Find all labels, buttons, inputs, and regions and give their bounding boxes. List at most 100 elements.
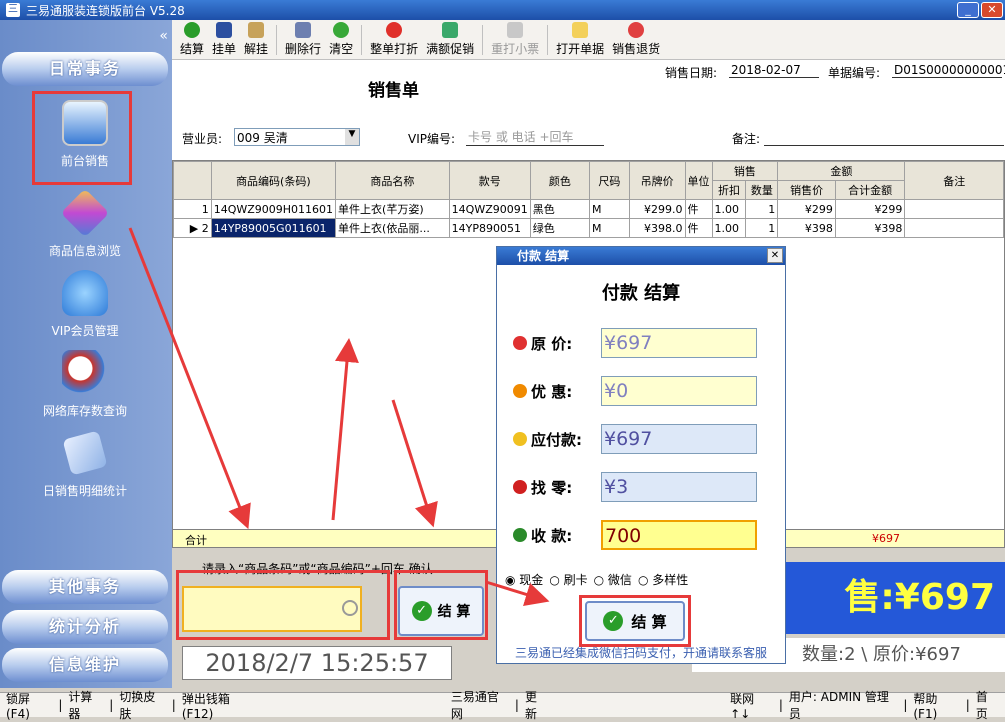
form-title: 销售单 [368, 81, 419, 101]
clerk-label: 营业员: [182, 132, 223, 146]
discount-row: 优 惠: ¥0 [513, 375, 783, 407]
whole-discount-button[interactable]: 整单打折 [370, 22, 418, 57]
sidebar-item-label: 日销售明细统计 [42, 484, 127, 498]
window-title: 三易通服装连锁版前台 V5.28 [26, 3, 185, 18]
doc-no-label: 单据编号: [828, 66, 881, 80]
original-price-field[interactable]: ¥697 [601, 328, 757, 358]
remark-input[interactable] [764, 128, 1004, 146]
strawberry-icon [386, 22, 403, 38]
col-unit[interactable]: 单位 [684, 161, 713, 200]
original-price-row: 原 价: ¥697 [513, 327, 783, 359]
payable-field[interactable]: ¥697 [601, 424, 757, 454]
method-cash[interactable]: ◉ 现金 [505, 571, 543, 588]
dialog-heading: 付款 结算 [601, 283, 681, 304]
hold-order-button[interactable]: 挂单 [212, 22, 236, 57]
watermelon-icon [513, 528, 527, 542]
method-mixed[interactable]: ○ 多样性 [638, 571, 688, 588]
return-icon [628, 22, 645, 38]
col-discount[interactable]: 折扣 [711, 180, 747, 200]
open-document-button[interactable]: 打开单据 [556, 22, 604, 57]
col-total[interactable]: 合计金额 [834, 180, 906, 200]
checkout-toolbar-button[interactable]: 结算 [180, 22, 204, 57]
strawberry-icon [513, 336, 527, 350]
doc-no-field[interactable]: D01S00000000001 [892, 63, 1005, 78]
table-row[interactable]: 1 14QWZ9009H011601 单件上衣(芊万姿) 14QWZ90091 … [173, 199, 1004, 219]
promotion-button[interactable]: 满额促销 [426, 22, 474, 57]
check-icon [184, 22, 200, 38]
open-drawer-link[interactable]: 弹出钱箱(F12) [176, 690, 265, 721]
sidebar-item-label: VIP会员管理 [51, 324, 119, 338]
lock-screen-link[interactable]: 锁屏(F4) [0, 690, 58, 721]
date-label: 销售日期: [665, 66, 718, 80]
clock-display: 2018/2/7 15:25:57 [182, 646, 452, 680]
col-sale-price[interactable]: 销售价 [777, 180, 836, 200]
toolbar: 结算 挂单 解挂 删除行 清空 整单打折 满额促销 重打小票 打开单据 销售退货 [172, 20, 1005, 60]
received-row: 收 款: 700 [513, 519, 783, 551]
col-sale-group: 销售 [711, 161, 779, 181]
vip-label: VIP编号: [408, 132, 456, 146]
change-field[interactable]: ¥3 [601, 472, 757, 502]
dialog-title-bar: 付款 结算 ✕ [497, 247, 785, 265]
delete-row-button[interactable]: 删除行 [285, 22, 321, 57]
chevron-down-icon[interactable]: ▼ [345, 129, 359, 145]
table-row[interactable]: ▶ 2 14YP89005G011601 单件上衣(依品丽... 14YP890… [173, 218, 1004, 238]
status-bar: 锁屏(F4) | 计算器 | 切换皮肤 | 弹出钱箱(F12) 三易通官网 | 更新 联… [0, 690, 1005, 721]
collapse-sidebar-icon[interactable]: « [159, 28, 168, 44]
clerk-select[interactable]: 009 吴清 ▼ [234, 128, 360, 146]
clipboard-icon [248, 22, 265, 38]
payment-methods: ◉ 现金 ○ 刷卡 ○ 微信 ○ 多样性 [505, 571, 688, 588]
info-maintenance-header[interactable]: 信息维护 [2, 648, 168, 682]
date-field[interactable]: 2018-02-07 [729, 63, 819, 78]
col-remark[interactable]: 备注 [904, 161, 1004, 200]
highlight-box [394, 570, 488, 640]
help-link[interactable]: 帮助(F1) [907, 690, 965, 721]
gift-icon [442, 22, 459, 38]
col-style[interactable]: 款号 [448, 161, 531, 200]
apple-icon [513, 480, 527, 494]
toolbar-separator [547, 24, 549, 55]
col-code[interactable]: 商品编码(条码) [210, 161, 337, 200]
col-color[interactable]: 颜色 [529, 161, 591, 200]
boxes-icon [60, 188, 110, 238]
sidebar-item-vip[interactable]: VIP会员管理 [30, 270, 140, 339]
sum-label: 合计 [185, 534, 207, 547]
sidebar-item-product-browse[interactable]: 商品信息浏览 [30, 188, 140, 259]
col-size[interactable]: 尺码 [589, 161, 630, 200]
reprint-receipt-button[interactable]: 重打小票 [491, 22, 539, 57]
daily-tasks-header[interactable]: 日常事务 [2, 52, 168, 86]
highlight-box [32, 91, 132, 185]
other-tasks-header[interactable]: 其他事务 [2, 570, 168, 604]
toolbar-separator [482, 24, 484, 55]
method-card[interactable]: ○ 刷卡 [549, 571, 587, 588]
sales-return-button[interactable]: 销售退货 [612, 22, 660, 57]
received-field[interactable]: 700 [601, 520, 757, 550]
close-icon[interactable]: ✕ [767, 248, 783, 263]
sales-form-header: 销售单 销售日期: 2018-02-07 单据编号: D01S000000000… [172, 60, 1005, 160]
resume-order-button[interactable]: 解挂 [244, 22, 268, 57]
save-icon [216, 22, 233, 38]
col-qty[interactable]: 数量 [745, 180, 779, 200]
minimize-button[interactable]: _ [957, 2, 979, 18]
vip-input[interactable]: 卡号 或 电话 +回车 [466, 128, 604, 146]
col-name[interactable]: 商品名称 [335, 161, 450, 200]
sidebar-item-daily-report[interactable]: 日销售明细统计 [30, 430, 140, 499]
discount-field[interactable]: ¥0 [601, 376, 757, 406]
network-status: 联网↑↓ [730, 691, 755, 721]
smiley-icon [513, 432, 527, 446]
statistics-header[interactable]: 统计分析 [2, 610, 168, 644]
items-table: 商品编码(条码) 商品名称 款号 颜色 尺码 吊牌价 单位 销售 金额 备注 折… [173, 161, 1004, 238]
clear-button[interactable]: 清空 [329, 22, 353, 57]
toolbar-separator [276, 24, 278, 55]
col-tag-price[interactable]: 吊牌价 [628, 161, 686, 200]
butterfly-icon [62, 270, 108, 316]
orange-icon [513, 384, 527, 398]
toolbar-separator [361, 24, 363, 55]
report-icon [62, 430, 108, 476]
close-button[interactable]: ✕ [981, 2, 1003, 18]
sidebar-item-stock-query[interactable]: 网络库存数查询 [30, 350, 140, 419]
highlight-box [579, 595, 691, 647]
sum-total: ¥697 [872, 532, 900, 545]
sidebar: « 日常事务 前台销售 商品信息浏览 VIP会员管理 网络库存数查询 日销售明细… [0, 20, 172, 688]
method-wechat[interactable]: ○ 微信 [594, 571, 632, 588]
payment-dialog: 付款 结算 ✕ 付款 结算 原 价: ¥697 优 惠: ¥0 应付款: ¥69… [496, 246, 786, 664]
